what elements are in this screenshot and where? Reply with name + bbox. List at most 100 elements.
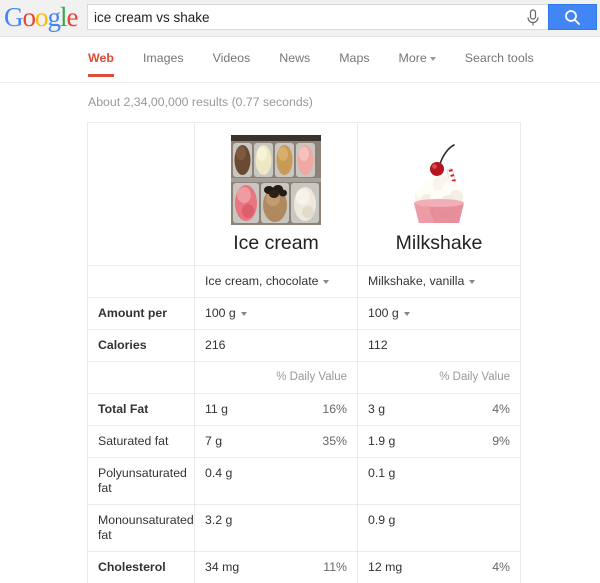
chevron-down-icon [240, 311, 247, 316]
table-row-saturated-fat: Saturated fat 7 g 35% 1.9 g 9% [88, 426, 520, 458]
calories-cell-ice-cream: 216 [195, 330, 358, 361]
row-label-monounsaturated-fat: Monounsaturated fat [88, 505, 195, 551]
logo-letter: e [66, 2, 79, 32]
tab-more-label: More [398, 51, 427, 65]
tab-videos-label: Videos [212, 51, 251, 65]
comparison-header-row: Ice cream Milkshake [88, 123, 520, 266]
microphone-icon[interactable] [524, 8, 542, 28]
variant-row: Ice cream, chocolate Milkshake, vanilla [88, 266, 520, 298]
page-header: Google [0, 0, 600, 37]
calories-value-milkshake: 112 [368, 338, 388, 352]
tab-web-label: Web [88, 51, 114, 65]
chevron-down-icon [323, 279, 330, 284]
amount-dropdown-ice-cream[interactable]: 100 g [205, 306, 247, 321]
ice-cream-tubs-photo[interactable] [231, 135, 321, 225]
row-label-saturated-fat: Saturated fat [88, 426, 195, 457]
daily-value-header-spacer [88, 362, 195, 393]
chevron-down-icon [403, 311, 410, 316]
tab-maps-label: Maps [339, 51, 370, 65]
amount-value-milkshake: 100 g [368, 306, 399, 320]
calories-value-ice-cream: 216 [205, 338, 226, 352]
daily-value-label-milkshake: % Daily Value [439, 371, 510, 383]
logo-letter: o [22, 2, 36, 32]
table-row-daily-value-header: % Daily Value % Daily Value [88, 362, 520, 394]
polyunsaturated-fat-value-ice-cream: 0.4 g [205, 466, 233, 480]
chevron-down-icon [469, 279, 476, 284]
monounsaturated-fat-cell-ice-cream: 3.2 g [195, 505, 358, 551]
search-field-wrapper[interactable] [87, 4, 548, 30]
total-fat-cell-ice-cream: 11 g 16% [195, 394, 358, 425]
cholesterol-cell-milkshake: 12 mg 4% [358, 552, 520, 583]
search-nav-tabs: Web Images Videos News Maps More Search … [0, 51, 600, 83]
polyunsaturated-fat-cell-milkshake: 0.1 g [358, 458, 520, 504]
monounsaturated-fat-cell-milkshake: 0.9 g [358, 505, 520, 551]
monounsaturated-fat-value-ice-cream: 3.2 g [205, 513, 233, 527]
tab-videos[interactable]: Videos [213, 51, 251, 74]
table-row-monounsaturated-fat: Monounsaturated fat 3.2 g 0.9 g [88, 505, 520, 552]
variant-cell-ice-cream: Ice cream, chocolate [195, 266, 358, 297]
search-tools-button[interactable]: Search tools [465, 51, 534, 74]
tab-maps[interactable]: Maps [339, 51, 369, 74]
total-fat-cell-milkshake: 3 g 4% [358, 394, 520, 425]
amount-dropdown-milkshake[interactable]: 100 g [368, 306, 410, 321]
table-row-cholesterol: Cholesterol 34 mg 11% 12 mg 4% [88, 552, 520, 583]
row-label-amount-per: Amount per [88, 298, 195, 329]
search-icon [565, 9, 580, 25]
amount-cell-ice-cream: 100 g [195, 298, 358, 329]
polyunsaturated-fat-value-milkshake: 0.1 g [368, 466, 396, 480]
daily-value-header-ice-cream: % Daily Value [195, 362, 358, 393]
cholesterol-percent-milkshake: 4% [492, 560, 510, 574]
tab-news[interactable]: News [279, 51, 310, 74]
polyunsaturated-fat-cell-ice-cream: 0.4 g [195, 458, 358, 504]
amount-cell-milkshake: 100 g [358, 298, 520, 329]
variant-dropdown-milkshake[interactable]: Milkshake, vanilla [368, 274, 476, 289]
table-row-amount-per: Amount per 100 g 100 g [88, 298, 520, 330]
monounsaturated-fat-value-milkshake: 0.9 g [368, 513, 396, 527]
saturated-fat-value-milkshake: 1.9 g [368, 434, 396, 448]
tab-images[interactable]: Images [143, 51, 184, 74]
item-title-ice-cream: Ice cream [233, 232, 319, 254]
amount-value-ice-cream: 100 g [205, 306, 236, 320]
saturated-fat-percent-ice-cream: 35% [322, 434, 347, 448]
tab-news-label: News [279, 51, 311, 65]
saturated-fat-cell-milkshake: 1.9 g 9% [358, 426, 520, 457]
variant-row-label [88, 266, 195, 297]
row-label-total-fat: Total Fat [88, 394, 195, 425]
chevron-down-icon [429, 56, 436, 61]
daily-value-label-ice-cream: % Daily Value [276, 371, 347, 383]
google-logo[interactable]: Google [4, 2, 78, 32]
header-spacer-cell [88, 123, 195, 265]
row-label-calories: Calories [88, 330, 195, 361]
tab-web[interactable]: Web [88, 51, 114, 77]
cholesterol-value-ice-cream: 34 mg [205, 560, 240, 574]
milkshake-cup-photo[interactable] [394, 135, 484, 225]
item-cell-ice-cream: Ice cream [195, 123, 358, 265]
variant-dropdown-ice-cream[interactable]: Ice cream, chocolate [205, 274, 330, 289]
table-row-calories: Calories 216 112 [88, 330, 520, 362]
calories-cell-milkshake: 112 [358, 330, 520, 361]
cholesterol-percent-ice-cream: 11% [323, 560, 347, 574]
search-input[interactable] [88, 5, 513, 29]
row-label-polyunsaturated-fat: Polyunsaturated fat [88, 458, 195, 504]
search-button[interactable] [548, 4, 597, 30]
result-stats: About 2,34,00,000 results (0.77 seconds) [88, 95, 313, 109]
total-fat-value-milkshake: 3 g [368, 402, 386, 416]
saturated-fat-percent-milkshake: 9% [492, 434, 510, 448]
total-fat-value-ice-cream: 11 g [205, 402, 229, 416]
variant-label-ice-cream: Ice cream, chocolate [205, 274, 319, 288]
logo-letter: g [47, 2, 61, 32]
total-fat-percent-ice-cream: 16% [322, 402, 347, 416]
variant-cell-milkshake: Milkshake, vanilla [358, 266, 520, 297]
search-tools-label: Search tools [464, 51, 534, 65]
nutrition-comparison-card: Ice cream Milkshake Ice cream, chocolate… [87, 122, 521, 583]
total-fat-percent-milkshake: 4% [492, 402, 510, 416]
item-title-milkshake: Milkshake [395, 232, 483, 254]
logo-letter: o [35, 2, 48, 32]
cholesterol-value-milkshake: 12 mg [368, 560, 403, 574]
cholesterol-cell-ice-cream: 34 mg 11% [195, 552, 358, 583]
saturated-fat-value-ice-cream: 7 g [205, 434, 223, 448]
row-label-cholesterol: Cholesterol [88, 552, 195, 583]
tab-more[interactable]: More [399, 51, 436, 74]
table-row-polyunsaturated-fat: Polyunsaturated fat 0.4 g 0.1 g [88, 458, 520, 505]
item-cell-milkshake: Milkshake [358, 123, 520, 265]
